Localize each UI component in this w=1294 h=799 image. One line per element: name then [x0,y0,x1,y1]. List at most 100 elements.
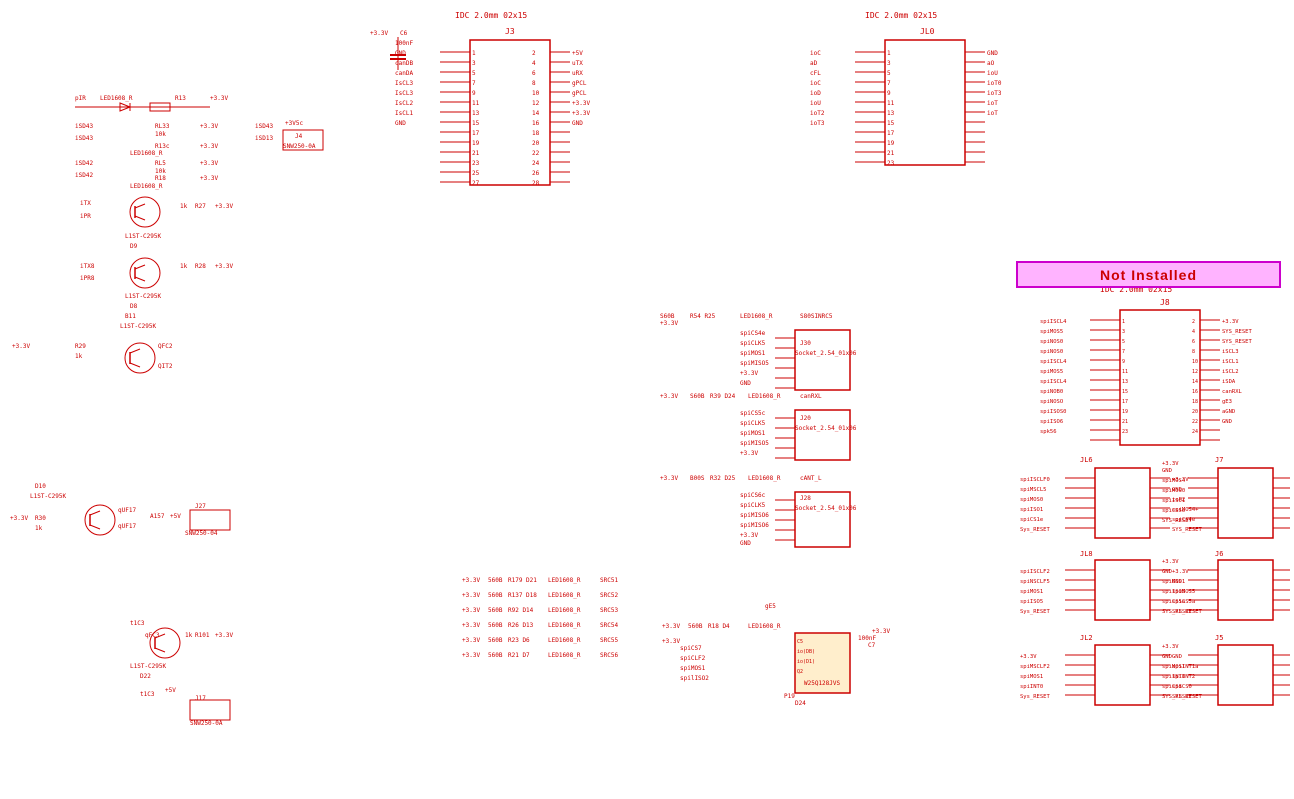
svg-text:ioT: ioT [987,100,998,107]
svg-text:LED1608_R: LED1608_R [748,475,781,482]
svg-text:SRC55: SRC55 [600,637,618,644]
svg-text:11: 11 [887,100,895,107]
svg-text:4: 4 [532,60,536,67]
svg-text:LED1608_R: LED1608_R [548,592,581,599]
svg-text:spiISCL4: spiISCL4 [1040,319,1067,325]
svg-text:J17: J17 [195,695,206,702]
svg-text:+3.3V: +3.3V [740,532,758,539]
svg-text:pIR: pIR [75,95,86,102]
svg-text:iSD43: iSD43 [75,135,93,142]
svg-text:GND: GND [1162,569,1172,575]
svg-text:LED1608_R: LED1608_R [748,623,781,630]
svg-text:5: 5 [887,70,891,77]
svg-text:+3.3V: +3.3V [1020,654,1037,660]
svg-text:SRC51: SRC51 [600,577,618,584]
svg-text:22: 22 [1192,419,1198,425]
svg-text:R13: R13 [175,95,186,102]
svg-text:SRC52: SRC52 [600,592,618,599]
svg-text:iSD42: iSD42 [75,172,93,179]
svg-text:spiISO1: spiISO1 [1020,507,1043,513]
svg-text:R21 D7: R21 D7 [508,652,530,659]
svg-text:spiISO6: spiISO6 [1040,419,1063,425]
svg-text:LED1608_R: LED1608_R [748,393,781,400]
svg-text:R29: R29 [75,343,86,350]
svg-text:spiISCLF2: spiISCLF2 [1020,569,1050,575]
idc-label-jl0: IDC 2.0mm 02x15 [865,11,937,20]
svg-text:aD: aD [810,60,818,67]
svg-text:L1ST-C295K: L1ST-C295K [125,233,162,240]
svg-text:spiMOS4: spiMOS4 [1162,478,1186,484]
svg-text:SYS_RESET: SYS_RESET [1222,339,1252,345]
svg-text:D24: D24 [795,700,806,707]
svg-text:25: 25 [472,170,480,177]
svg-text:+3.3V: +3.3V [215,263,233,270]
svg-text:spiNOS0: spiNOS0 [1040,339,1063,345]
svg-text:gE3: gE3 [1222,399,1232,405]
svg-text:R30: R30 [35,515,46,522]
svg-text:C5: C5 [797,639,803,645]
svg-text:GND: GND [572,120,583,127]
svg-text:+3.3V: +3.3V [215,203,233,210]
svg-text:+3.3V: +3.3V [462,607,480,614]
svg-text:SYS_RESET: SYS_RESET [1162,694,1192,700]
svg-text:spiISOS0: spiISOS0 [1040,409,1067,415]
svg-text:spiMOS1: spiMOS1 [1020,589,1043,595]
svg-text:19: 19 [1122,409,1128,415]
svg-text:GND: GND [1162,654,1172,660]
svg-text:spiNSCLF5: spiNSCLF5 [1020,579,1050,585]
svg-text:SNW250-0A: SNW250-0A [283,143,316,150]
svg-text:+3.3V: +3.3V [10,515,28,522]
svg-text:560B: 560B [488,652,503,659]
svg-text:SYS_RESET: SYS_RESET [1162,518,1192,524]
svg-text:ioC: ioC [810,80,821,87]
svg-text:P19: P19 [784,693,795,700]
svg-text:10: 10 [532,90,540,97]
svg-text:spiCLK5: spiCLK5 [740,420,766,427]
jl0-label: JL0 [920,27,935,36]
svg-text:RL5: RL5 [155,160,166,167]
svg-text:560B: 560B [488,637,503,644]
svg-text:21: 21 [887,150,895,157]
svg-text:J28: J28 [800,495,811,502]
svg-text:R27: R27 [195,203,206,210]
svg-text:aGND: aGND [1222,409,1235,415]
svg-text:R26 D13: R26 D13 [508,622,534,629]
svg-text:13: 13 [1122,379,1128,385]
svg-text:Socket_2.54_01x06: Socket_2.54_01x06 [795,505,857,512]
svg-text:iSCL2: iSCL2 [1222,369,1239,375]
svg-text:C7: C7 [868,642,876,649]
svg-text:spiCS5c: spiCS5c [740,410,766,417]
svg-text:Sys_RESET: Sys_RESET [1020,694,1050,700]
svg-text:spiISO1: spiISO1 [1162,498,1185,504]
svg-text:7: 7 [472,80,476,87]
idc-label-j3: IDC 2.0mm 02x15 [455,11,527,20]
svg-text:spiMOS1: spiMOS1 [680,665,706,672]
svg-text:+3.3V: +3.3V [660,475,678,482]
svg-text:SRC53: SRC53 [600,607,618,614]
svg-text:+3.3V: +3.3V [1222,319,1239,325]
svg-text:10: 10 [1192,359,1198,365]
svg-text:spiINT0: spiINT0 [1020,684,1043,690]
svg-text:18: 18 [532,130,540,137]
svg-text:L1ST-C295K: L1ST-C295K [130,663,167,670]
svg-text:1k: 1k [35,525,43,532]
svg-text:S60B: S60B [660,313,675,320]
svg-text:R18 D4: R18 D4 [708,623,730,630]
svg-text:L1ST-C295K: L1ST-C295K [120,323,157,330]
svg-text:10k: 10k [155,168,166,175]
svg-text:spiISCLF0: spiISCLF0 [1020,477,1050,483]
svg-text:16: 16 [532,120,540,127]
schematic-canvas: Not Installed IDC 2.0mm 02x15 J3 [0,0,1294,799]
svg-text:cANT_L: cANT_L [800,475,822,482]
svg-text:+3.3V: +3.3V [462,592,480,599]
svg-text:spiISO5: spiISO5 [1162,589,1185,595]
svg-text:R179 D21: R179 D21 [508,577,537,584]
svg-text:LED1608_R: LED1608_R [130,150,163,157]
svg-text:23: 23 [472,160,480,167]
svg-text:+3.3V: +3.3V [572,110,590,117]
svg-text:IsCL1: IsCL1 [395,110,413,117]
svg-text:LED1608_R: LED1608_R [548,637,581,644]
svg-text:6: 6 [1192,339,1195,345]
svg-text:3: 3 [887,60,891,67]
svg-text:aO: aO [987,60,995,67]
